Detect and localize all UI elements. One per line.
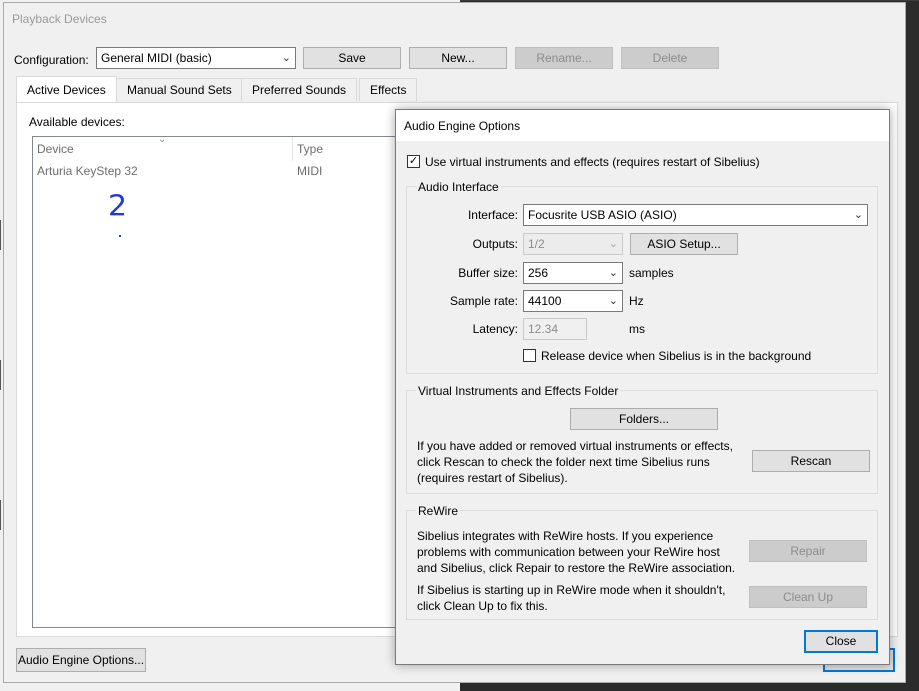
rescan-button[interactable]: Rescan: [752, 450, 870, 472]
chevron-down-icon: ⌄: [608, 267, 618, 279]
cleanup-button[interactable]: Clean Up: [749, 586, 867, 608]
available-devices-label: Available devices:: [29, 115, 125, 129]
audio-interface-group-label: Audio Interface: [416, 180, 501, 194]
interface-label: Interface:: [467, 208, 518, 222]
latency-label: Latency:: [472, 322, 518, 336]
dialog-title: Audio Engine Options: [396, 110, 889, 141]
column-header-device[interactable]: Device ⌄: [33, 134, 293, 161]
rewire-group-label: ReWire: [416, 504, 461, 518]
configuration-label: Configuration:: [14, 53, 89, 67]
sort-chevron-icon: ⌄: [158, 134, 167, 145]
configuration-select[interactable]: General MIDI (basic) ⌄: [96, 47, 296, 69]
tab-active-devices[interactable]: Active Devices: [16, 76, 117, 103]
outputs-label: Outputs:: [472, 237, 518, 251]
latency-field: 12.34: [523, 318, 587, 340]
audio-engine-options-button[interactable]: Audio Engine Options...: [16, 648, 146, 672]
sample-rate-label: Sample rate:: [449, 294, 518, 308]
devices-list[interactable]: Device ⌄ Type Arturia KeyStep 32 MIDI 2: [32, 134, 413, 628]
delete-button[interactable]: Delete: [621, 47, 719, 69]
use-virtual-checkbox[interactable]: ✓: [407, 155, 420, 168]
outputs-select[interactable]: 1/2 ⌄: [523, 233, 623, 255]
sample-rate-select[interactable]: 44100 ⌄: [523, 290, 623, 312]
repair-button[interactable]: Repair: [749, 540, 867, 562]
audio-engine-options-dialog: Audio Engine Options ✓ Use virtual instr…: [395, 109, 890, 665]
device-name-cell[interactable]: Arturia KeyStep 32: [33, 161, 138, 181]
interface-value: Focusrite USB ASIO (ASIO): [528, 208, 677, 222]
release-device-checkbox[interactable]: [523, 349, 536, 362]
sample-rate-value: 44100: [528, 294, 562, 308]
window-title: Playback Devices: [12, 12, 107, 26]
release-device-label[interactable]: Release device when Sibelius is in the b…: [541, 349, 811, 363]
new-button[interactable]: New...: [409, 47, 507, 69]
chevron-down-icon: ⌄: [608, 295, 618, 307]
folders-button[interactable]: Folders...: [570, 408, 718, 430]
vi-folder-description: If you have added or removed virtual ins…: [417, 439, 733, 485]
tab-preferred-sounds[interactable]: Preferred Sounds: [241, 78, 358, 101]
sample-rate-unit: Hz: [629, 294, 644, 308]
tab-manual-sound-sets[interactable]: Manual Sound Sets: [116, 78, 243, 101]
chevron-down-icon: ⌄: [281, 52, 291, 64]
tab-effects[interactable]: Effects: [359, 78, 418, 101]
latency-unit: ms: [629, 322, 645, 336]
interface-select[interactable]: Focusrite USB ASIO (ASIO) ⌄: [523, 204, 868, 226]
buffer-size-select[interactable]: 256 ⌄: [523, 262, 623, 284]
asio-setup-button[interactable]: ASIO Setup...: [630, 233, 738, 255]
rewire-description: Sibelius integrates with ReWire hosts. I…: [417, 529, 736, 575]
vi-folder-group-label: Virtual Instruments and Effects Folder: [416, 384, 621, 398]
buffer-size-value: 256: [528, 266, 549, 280]
outputs-value: 1/2: [528, 237, 545, 251]
rewire-cleanup-description: If Sibelius is starting up in ReWire mod…: [417, 583, 726, 613]
save-button[interactable]: Save: [303, 47, 401, 69]
device-type-cell[interactable]: MIDI: [293, 161, 322, 181]
chevron-down-icon: ⌄: [853, 209, 863, 221]
use-virtual-label[interactable]: Use virtual instruments and effects (req…: [425, 155, 760, 169]
buffer-size-label: Buffer size:: [458, 266, 518, 280]
rename-button[interactable]: Rename...: [515, 47, 613, 69]
configuration-value: General MIDI (basic): [101, 51, 212, 65]
buffer-size-unit: samples: [629, 266, 674, 280]
handwritten-annotation: 2: [108, 189, 128, 224]
close-button[interactable]: Close: [804, 630, 878, 653]
chevron-down-icon: ⌄: [608, 238, 618, 250]
annotation-dot: [119, 235, 121, 237]
